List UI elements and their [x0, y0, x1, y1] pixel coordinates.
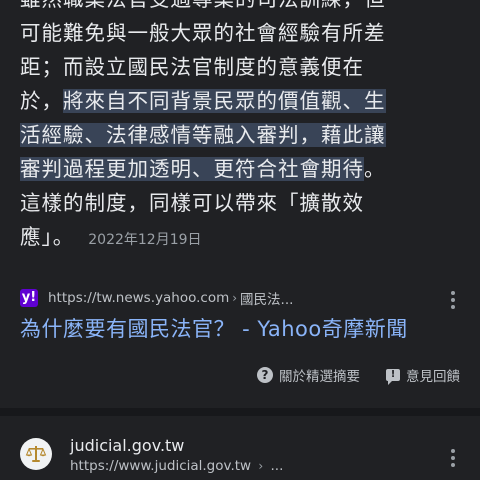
breadcrumb: 國民法...: [240, 292, 294, 308]
site-url[interactable]: https://www.judicial.gov.tw › ...: [70, 458, 283, 474]
feedback-icon: !: [386, 369, 400, 385]
snippet-line: 可能難免與一般大眾的社會經驗有所差: [20, 21, 386, 45]
snippet-line: 於，將來自不同背景民眾的價值觀、生: [20, 84, 450, 118]
result-title-link[interactable]: 為什麼要有國民法官？ - Yahoo奇摩新聞: [20, 312, 460, 346]
about-label: 關於精選摘要: [279, 369, 360, 385]
snippet-date: 2022年12月19日: [88, 232, 202, 248]
next-result-header[interactable]: judicial.gov.tw https://www.judicial.gov…: [20, 436, 460, 480]
breadcrumb-separator: ›: [258, 459, 264, 473]
source-url[interactable]: https://tw.news.yahoo.com: [48, 290, 229, 306]
snippet-line: 這樣的制度，同樣可以帶來「擴散效: [20, 191, 364, 215]
section-divider: [0, 408, 480, 416]
result-source[interactable]: y! https://tw.news.yahoo.com › 國民法...: [20, 287, 460, 309]
more-options-icon[interactable]: [451, 449, 455, 470]
yahoo-favicon-icon: y!: [20, 289, 38, 307]
breadcrumb-separator: ›: [232, 291, 238, 305]
snippet-line: 活經驗、法律感情等融入審判，藉此讓: [20, 118, 450, 152]
site-url-text: https://www.judicial.gov.tw: [70, 458, 252, 474]
ellipsis-text: ...: [270, 458, 284, 474]
featured-snippet-text: 雖然職業法官受過專業的司法訓練，但 可能難免與一般大眾的社會經驗有所差 距；而設…: [20, 0, 450, 254]
site-name[interactable]: judicial.gov.tw: [70, 436, 184, 455]
scales-of-justice-icon: [20, 438, 52, 470]
help-circle-icon: ?: [257, 367, 273, 383]
feedback-label: 意見回饋: [406, 369, 460, 385]
snippet-highlight: 活經驗、法律感情等融入審判，藉此讓: [20, 123, 386, 147]
snippet-text: 應」。: [20, 225, 75, 249]
more-options-icon[interactable]: [451, 291, 455, 312]
about-featured-snippets-button[interactable]: ? 關於精選摘要: [257, 365, 360, 385]
snippet-line: 應」。 2022年12月19日: [20, 220, 450, 254]
snippet-text: 於，: [20, 89, 63, 113]
snippet-line: 審判過程更加透明、更符合社會期待。: [20, 152, 450, 186]
snippet-text: 。: [364, 157, 386, 181]
snippet-line: 雖然職業法官受過專業的司法訓練，但: [20, 0, 450, 16]
feedback-button[interactable]: ! 意見回饋: [386, 365, 460, 385]
snippet-line: 距；而設立國民法官制度的意義便在: [20, 55, 364, 79]
snippet-highlight: 將來自不同背景民眾的價值觀、生: [63, 89, 386, 113]
snippet-feedback-bar: ? 關於精選摘要 ! 意見回饋: [231, 364, 460, 386]
snippet-highlight: 審判過程更加透明、更符合社會期待: [20, 157, 364, 181]
